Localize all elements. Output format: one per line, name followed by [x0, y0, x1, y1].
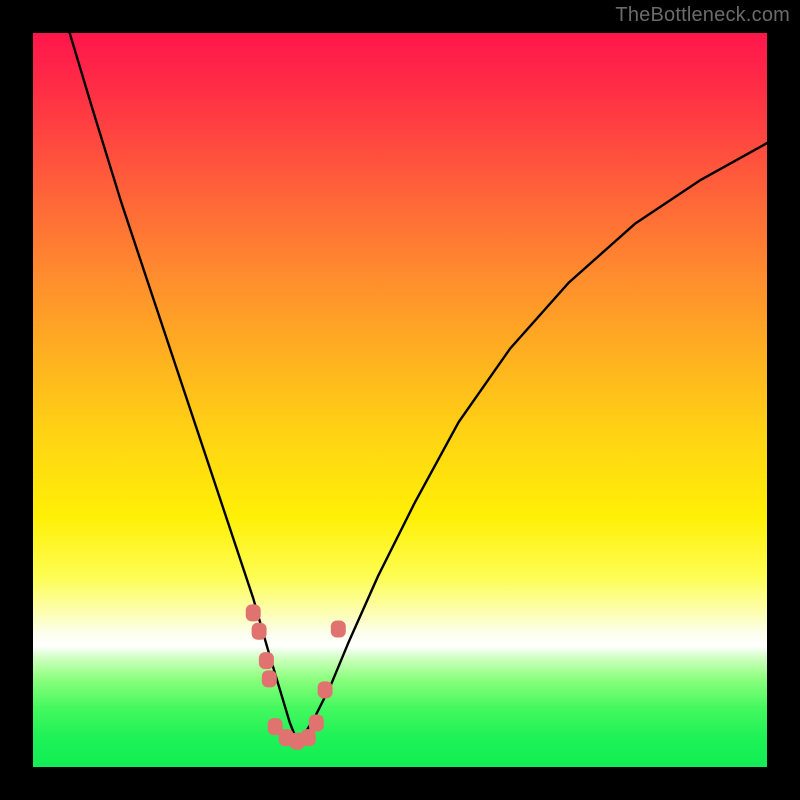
- trough-marker: [331, 621, 346, 638]
- bottleneck-curve: [70, 33, 767, 741]
- trough-marker: [318, 681, 333, 698]
- trough-marker: [309, 715, 324, 732]
- plot-area: [33, 33, 767, 767]
- trough-marker: [252, 623, 267, 640]
- watermark-text: TheBottleneck.com: [615, 4, 790, 27]
- trough-marker: [259, 652, 274, 669]
- trough-marker: [301, 729, 316, 746]
- trough-marker: [262, 670, 277, 687]
- trough-marker: [246, 604, 261, 621]
- curve-svg: [33, 33, 767, 767]
- chart-frame: TheBottleneck.com: [0, 0, 800, 800]
- trough-markers: [246, 604, 346, 749]
